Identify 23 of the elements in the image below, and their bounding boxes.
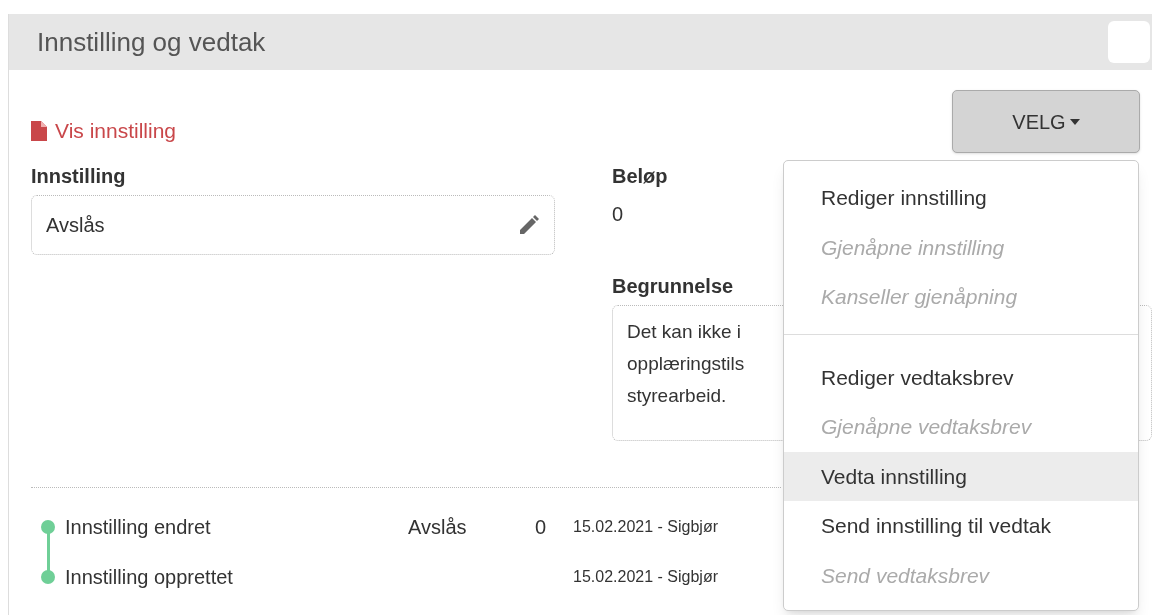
caret-icon	[1069, 118, 1080, 125]
panel-title: Innstilling og vedtak	[37, 25, 266, 59]
field-label: Beløp	[612, 164, 668, 189]
show-recommendation-link[interactable]: Vis innstilling	[31, 108, 176, 153]
date-author-text: 15.02.2021 - Sigbjør	[573, 517, 718, 537]
field-label: Innstilling	[31, 164, 127, 189]
result-text: Avslås	[408, 515, 468, 540]
menu-item[interactable]: Vedta innstilling	[784, 451, 1138, 501]
document-icon	[31, 120, 47, 141]
field-label: Begrunnelse	[612, 274, 734, 299]
timeline-dot-icon	[41, 570, 55, 584]
date-author-text: 15.02.2021 - Sigbjør	[573, 567, 718, 587]
amount-value: 0	[612, 202, 624, 227]
event-text: Innstilling opprettet	[65, 565, 234, 590]
menu-item[interactable]: Rediger innstilling	[784, 173, 1138, 223]
timeline-dot-icon	[41, 520, 55, 534]
amount-text: 0	[535, 515, 548, 540]
menu-item[interactable]: Send innstilling til vedtak	[784, 501, 1138, 551]
choose-button[interactable]: VELG	[952, 90, 1140, 153]
panel-toggle[interactable]	[1108, 21, 1150, 63]
event-text: Innstilling endret	[65, 515, 212, 540]
menu-item[interactable]: Rediger vedtaksbrev	[784, 352, 1138, 402]
pencil-icon	[518, 214, 540, 236]
